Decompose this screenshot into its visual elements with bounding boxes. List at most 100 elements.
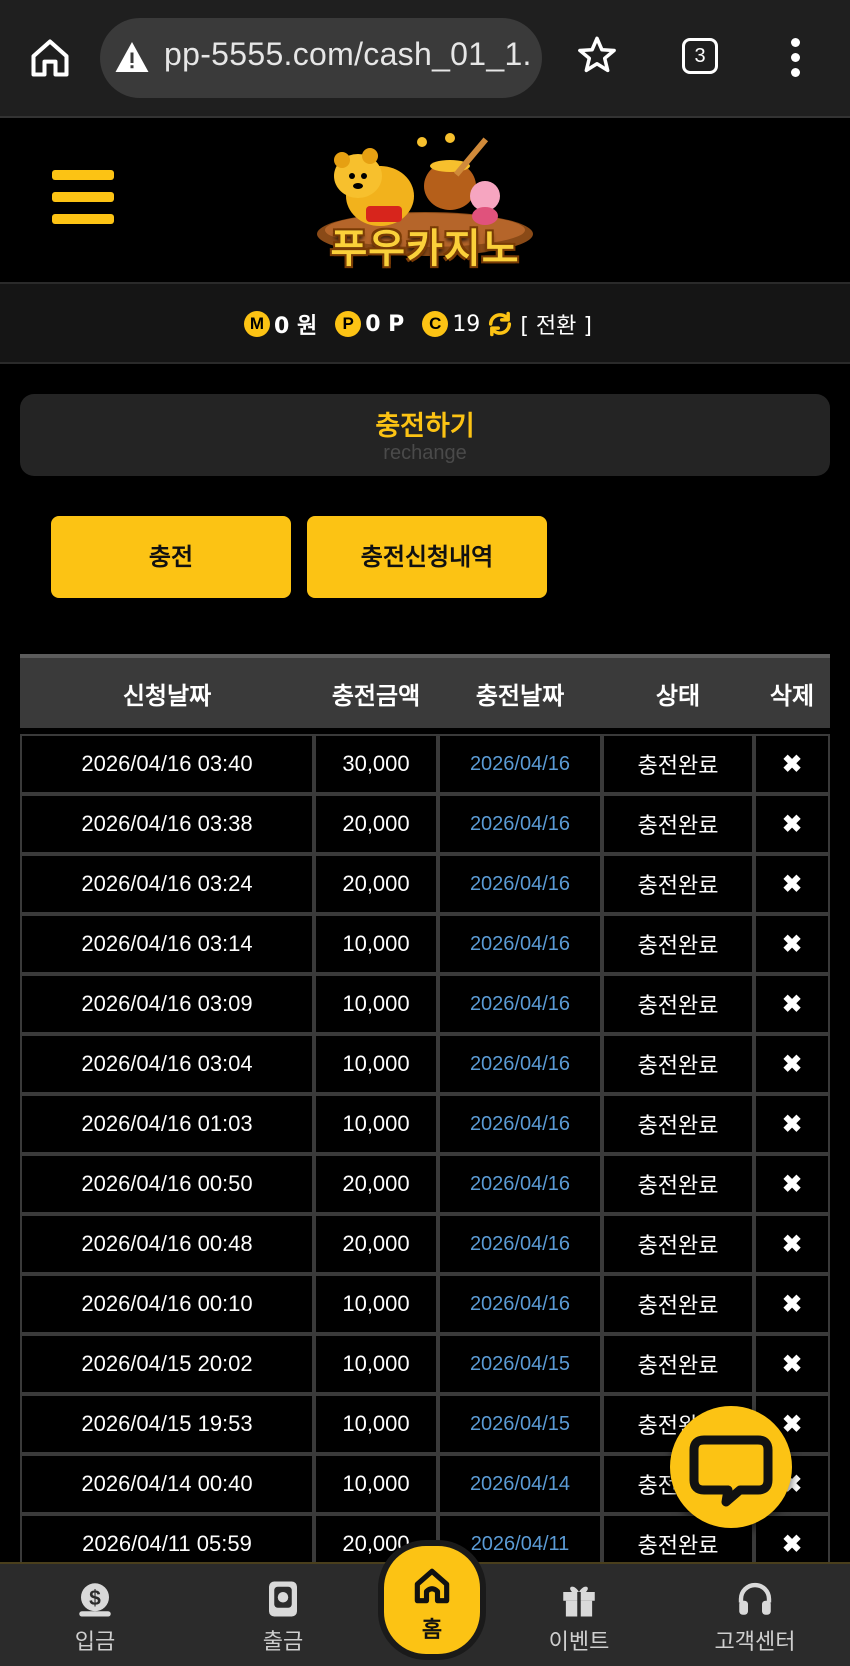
cell-status: 충전완료 xyxy=(602,794,754,854)
delete-icon[interactable]: ✖ xyxy=(754,1334,830,1394)
table-row: 2026/04/16 00:48 20,000 2026/04/16 충전완료 … xyxy=(20,1214,830,1274)
page-subtitle: rechange xyxy=(383,442,467,464)
cell-charge-date: 2026/04/14 xyxy=(438,1454,602,1514)
cell-status: 충전완료 xyxy=(602,1034,754,1094)
table-row: 2026/04/15 20:02 10,000 2026/04/15 충전완료 … xyxy=(20,1334,830,1394)
nav-deposit[interactable]: $ 입금 xyxy=(20,1564,170,1666)
cell-request-date: 2026/04/16 03:04 xyxy=(20,1034,314,1094)
delete-icon[interactable]: ✖ xyxy=(754,794,830,854)
more-vert-icon[interactable] xyxy=(790,38,802,78)
delete-icon[interactable]: ✖ xyxy=(754,854,830,914)
nav-home-label: 홈 xyxy=(421,1618,443,1643)
cell-request-date: 2026/04/16 00:50 xyxy=(20,1154,314,1214)
table-row: 2026/04/16 03:04 10,000 2026/04/16 충전완료 … xyxy=(20,1034,830,1094)
header-charge-date: 충전날짜 xyxy=(438,654,602,728)
cell-amount: 10,000 xyxy=(314,1274,438,1334)
table-row: 2026/04/16 03:38 20,000 2026/04/16 충전완료 … xyxy=(20,794,830,854)
hamburger-icon[interactable] xyxy=(52,170,114,228)
header-status: 상태 xyxy=(602,654,754,728)
delete-icon[interactable]: ✖ xyxy=(754,1274,830,1334)
cell-amount: 20,000 xyxy=(314,1154,438,1214)
headset-icon xyxy=(738,1582,772,1615)
delete-icon[interactable]: ✖ xyxy=(754,1034,830,1094)
browser-home-icon[interactable] xyxy=(28,36,72,80)
address-bar[interactable]: pp-5555.com/cash_01_1. xyxy=(100,18,542,98)
cell-status: 충전완료 xyxy=(602,854,754,914)
cell-amount: 10,000 xyxy=(314,1034,438,1094)
chat-icon xyxy=(689,1435,773,1507)
nav-support-label: 고객센터 xyxy=(714,1630,796,1655)
page-title-box: 충전하기 rechange xyxy=(20,394,830,476)
cell-amount: 10,000 xyxy=(314,1454,438,1514)
balance-row: M 0 원 P 0 P C 19 [ 전환 ] xyxy=(244,306,592,342)
cell-request-date: 2026/04/16 00:48 xyxy=(20,1214,314,1274)
nav-deposit-label: 입금 xyxy=(74,1630,116,1655)
cell-request-date: 2026/04/16 01:03 xyxy=(20,1094,314,1154)
cell-charge-date: 2026/04/16 xyxy=(438,914,602,974)
cell-charge-date: 2026/04/16 xyxy=(438,1154,602,1214)
cell-request-date: 2026/04/16 03:40 xyxy=(20,734,314,794)
charge-tab-button[interactable]: 충전 xyxy=(51,516,291,598)
cell-amount: 10,000 xyxy=(314,974,438,1034)
delete-icon[interactable]: ✖ xyxy=(754,914,830,974)
cell-request-date: 2026/04/16 03:09 xyxy=(20,974,314,1034)
refresh-icon[interactable] xyxy=(486,310,514,338)
chat-button[interactable] xyxy=(670,1406,792,1528)
cell-charge-date: 2026/04/16 xyxy=(438,1214,602,1274)
bookmark-star-icon[interactable] xyxy=(576,34,618,76)
convert-button[interactable]: [ 전환 ] xyxy=(520,308,592,340)
coupon-coin-icon: C xyxy=(422,311,449,337)
table-row: 2026/04/16 03:14 10,000 2026/04/16 충전완료 … xyxy=(20,914,830,974)
warning-icon[interactable] xyxy=(114,40,150,74)
cell-charge-date: 2026/04/16 xyxy=(438,1274,602,1334)
nav-support[interactable]: 고객센터 xyxy=(680,1564,830,1666)
table-row: 2026/04/16 01:03 10,000 2026/04/16 충전완료 … xyxy=(20,1094,830,1154)
delete-icon[interactable]: ✖ xyxy=(754,734,830,794)
table-row: 2026/04/16 03:24 20,000 2026/04/16 충전완료 … xyxy=(20,854,830,914)
home-icon xyxy=(414,1568,450,1604)
cell-status: 충전완료 xyxy=(602,974,754,1034)
cell-amount: 10,000 xyxy=(314,914,438,974)
cell-amount: 20,000 xyxy=(314,794,438,854)
url-text[interactable]: pp-5555.com/cash_01_1. xyxy=(164,36,532,73)
cell-amount: 10,000 xyxy=(314,1394,438,1454)
point-balance: 0 P xyxy=(365,311,405,337)
cell-status: 충전완료 xyxy=(602,1334,754,1394)
cell-amount: 20,000 xyxy=(314,854,438,914)
cell-request-date: 2026/04/16 00:10 xyxy=(20,1274,314,1334)
nav-home[interactable]: 홈 xyxy=(378,1540,486,1660)
cell-status: 충전완료 xyxy=(602,914,754,974)
cell-amount: 10,000 xyxy=(314,1334,438,1394)
table-row: 2026/04/16 00:50 20,000 2026/04/16 충전완료 … xyxy=(20,1154,830,1214)
svg-text:$: $ xyxy=(89,1587,101,1610)
nav-withdraw[interactable]: 출금 xyxy=(208,1564,358,1666)
delete-icon[interactable]: ✖ xyxy=(754,1094,830,1154)
cell-request-date: 2026/04/14 00:40 xyxy=(20,1454,314,1514)
nav-event[interactable]: 이벤트 xyxy=(504,1564,654,1666)
page-title: 충전하기 xyxy=(375,411,475,442)
cell-status: 충전완료 xyxy=(602,1154,754,1214)
cell-charge-date: 2026/04/16 xyxy=(438,1034,602,1094)
gift-icon xyxy=(563,1586,595,1617)
tab-switcher-button[interactable]: 3 xyxy=(682,38,718,74)
cell-charge-date: 2026/04/16 xyxy=(438,974,602,1034)
cell-request-date: 2026/04/16 03:14 xyxy=(20,914,314,974)
cell-amount: 10,000 xyxy=(314,1094,438,1154)
delete-icon[interactable]: ✖ xyxy=(754,974,830,1034)
header-request-date: 신청날짜 xyxy=(20,654,314,728)
cell-status: 충전완료 xyxy=(602,1094,754,1154)
cell-charge-date: 2026/04/16 xyxy=(438,734,602,794)
balance-bar: M 0 원 P 0 P C 19 [ 전환 ] xyxy=(0,284,850,364)
table-header-row: 신청날짜 충전금액 충전날짜 상태 삭제 xyxy=(20,654,830,728)
cell-status: 충전완료 xyxy=(602,1274,754,1334)
point-coin-icon: P xyxy=(335,311,362,337)
delete-icon[interactable]: ✖ xyxy=(754,1214,830,1274)
cell-charge-date: 2026/04/15 xyxy=(438,1334,602,1394)
money-bag-icon: $ xyxy=(79,1583,111,1617)
site-logo[interactable]: 푸우카지노 xyxy=(300,124,550,274)
cell-charge-date: 2026/04/15 xyxy=(438,1394,602,1454)
cell-charge-date: 2026/04/16 xyxy=(438,794,602,854)
charge-history-tab-button[interactable]: 충전신청내역 xyxy=(307,516,547,598)
cell-amount: 20,000 xyxy=(314,1214,438,1274)
delete-icon[interactable]: ✖ xyxy=(754,1154,830,1214)
